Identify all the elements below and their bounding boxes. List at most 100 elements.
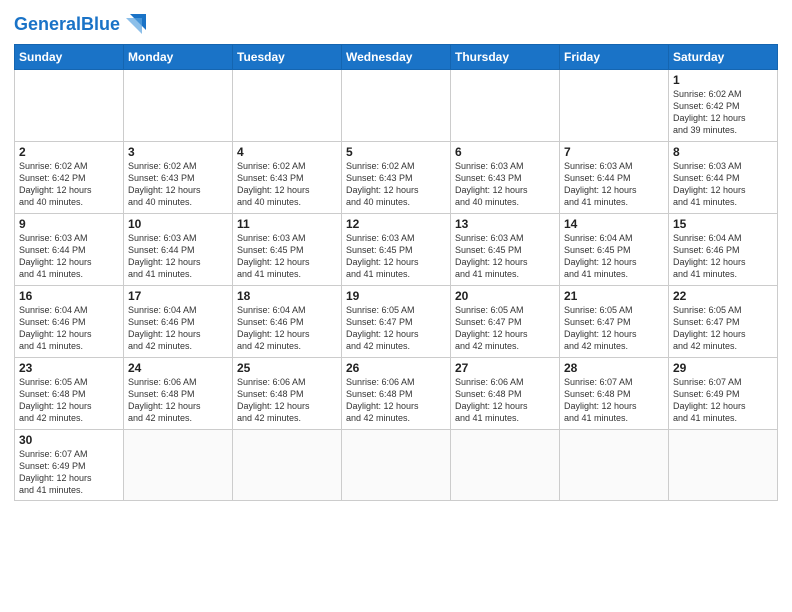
calendar-cell: 26Sunrise: 6:06 AM Sunset: 6:48 PM Dayli… <box>342 358 451 430</box>
day-info: Sunrise: 6:02 AM Sunset: 6:43 PM Dayligh… <box>237 160 337 209</box>
calendar-cell: 19Sunrise: 6:05 AM Sunset: 6:47 PM Dayli… <box>342 286 451 358</box>
day-info: Sunrise: 6:05 AM Sunset: 6:47 PM Dayligh… <box>455 304 555 353</box>
logo-general: General <box>14 14 81 34</box>
calendar-cell: 7Sunrise: 6:03 AM Sunset: 6:44 PM Daylig… <box>560 142 669 214</box>
day-number: 12 <box>346 217 446 231</box>
day-number: 4 <box>237 145 337 159</box>
calendar-cell: 10Sunrise: 6:03 AM Sunset: 6:44 PM Dayli… <box>124 214 233 286</box>
day-info: Sunrise: 6:06 AM Sunset: 6:48 PM Dayligh… <box>346 376 446 425</box>
calendar-cell: 15Sunrise: 6:04 AM Sunset: 6:46 PM Dayli… <box>669 214 778 286</box>
logo-blue: Blue <box>81 14 120 34</box>
page: GeneralBlue SundayMondayTuesdayWednesday… <box>0 0 792 612</box>
calendar-cell <box>342 430 451 501</box>
weekday-header-sunday: Sunday <box>15 45 124 70</box>
day-number: 5 <box>346 145 446 159</box>
calendar-cell <box>342 70 451 142</box>
day-number: 17 <box>128 289 228 303</box>
day-info: Sunrise: 6:03 AM Sunset: 6:45 PM Dayligh… <box>237 232 337 281</box>
calendar-cell <box>560 430 669 501</box>
weekday-header-saturday: Saturday <box>669 45 778 70</box>
weekday-header-monday: Monday <box>124 45 233 70</box>
calendar-cell <box>233 70 342 142</box>
weekday-row: SundayMondayTuesdayWednesdayThursdayFrid… <box>15 45 778 70</box>
calendar-cell: 14Sunrise: 6:04 AM Sunset: 6:45 PM Dayli… <box>560 214 669 286</box>
day-number: 26 <box>346 361 446 375</box>
day-number: 29 <box>673 361 773 375</box>
day-number: 16 <box>19 289 119 303</box>
day-number: 11 <box>237 217 337 231</box>
week-row: 30Sunrise: 6:07 AM Sunset: 6:49 PM Dayli… <box>15 430 778 501</box>
calendar-cell <box>560 70 669 142</box>
calendar-cell: 13Sunrise: 6:03 AM Sunset: 6:45 PM Dayli… <box>451 214 560 286</box>
weekday-header-wednesday: Wednesday <box>342 45 451 70</box>
calendar-cell <box>124 70 233 142</box>
calendar-cell: 29Sunrise: 6:07 AM Sunset: 6:49 PM Dayli… <box>669 358 778 430</box>
calendar-cell: 11Sunrise: 6:03 AM Sunset: 6:45 PM Dayli… <box>233 214 342 286</box>
calendar-cell: 27Sunrise: 6:06 AM Sunset: 6:48 PM Dayli… <box>451 358 560 430</box>
calendar-cell: 30Sunrise: 6:07 AM Sunset: 6:49 PM Dayli… <box>15 430 124 501</box>
day-info: Sunrise: 6:03 AM Sunset: 6:45 PM Dayligh… <box>346 232 446 281</box>
calendar-cell: 4Sunrise: 6:02 AM Sunset: 6:43 PM Daylig… <box>233 142 342 214</box>
calendar-cell: 9Sunrise: 6:03 AM Sunset: 6:44 PM Daylig… <box>15 214 124 286</box>
week-row: 16Sunrise: 6:04 AM Sunset: 6:46 PM Dayli… <box>15 286 778 358</box>
day-number: 8 <box>673 145 773 159</box>
calendar-cell <box>233 430 342 501</box>
calendar-cell: 20Sunrise: 6:05 AM Sunset: 6:47 PM Dayli… <box>451 286 560 358</box>
weekday-header-thursday: Thursday <box>451 45 560 70</box>
day-number: 23 <box>19 361 119 375</box>
day-info: Sunrise: 6:07 AM Sunset: 6:49 PM Dayligh… <box>19 448 119 497</box>
day-number: 27 <box>455 361 555 375</box>
day-number: 6 <box>455 145 555 159</box>
day-number: 18 <box>237 289 337 303</box>
calendar-cell: 24Sunrise: 6:06 AM Sunset: 6:48 PM Dayli… <box>124 358 233 430</box>
day-info: Sunrise: 6:03 AM Sunset: 6:44 PM Dayligh… <box>564 160 664 209</box>
day-info: Sunrise: 6:02 AM Sunset: 6:43 PM Dayligh… <box>346 160 446 209</box>
day-info: Sunrise: 6:04 AM Sunset: 6:46 PM Dayligh… <box>19 304 119 353</box>
calendar-cell <box>451 430 560 501</box>
day-info: Sunrise: 6:03 AM Sunset: 6:44 PM Dayligh… <box>19 232 119 281</box>
calendar-cell: 2Sunrise: 6:02 AM Sunset: 6:42 PM Daylig… <box>15 142 124 214</box>
day-number: 9 <box>19 217 119 231</box>
day-info: Sunrise: 6:06 AM Sunset: 6:48 PM Dayligh… <box>128 376 228 425</box>
week-row: 1Sunrise: 6:02 AM Sunset: 6:42 PM Daylig… <box>15 70 778 142</box>
day-number: 24 <box>128 361 228 375</box>
day-info: Sunrise: 6:05 AM Sunset: 6:47 PM Dayligh… <box>346 304 446 353</box>
calendar-cell: 6Sunrise: 6:03 AM Sunset: 6:43 PM Daylig… <box>451 142 560 214</box>
day-info: Sunrise: 6:06 AM Sunset: 6:48 PM Dayligh… <box>455 376 555 425</box>
day-number: 7 <box>564 145 664 159</box>
day-info: Sunrise: 6:05 AM Sunset: 6:47 PM Dayligh… <box>564 304 664 353</box>
calendar-cell: 17Sunrise: 6:04 AM Sunset: 6:46 PM Dayli… <box>124 286 233 358</box>
day-info: Sunrise: 6:03 AM Sunset: 6:43 PM Dayligh… <box>455 160 555 209</box>
day-info: Sunrise: 6:04 AM Sunset: 6:46 PM Dayligh… <box>673 232 773 281</box>
day-info: Sunrise: 6:05 AM Sunset: 6:47 PM Dayligh… <box>673 304 773 353</box>
day-info: Sunrise: 6:04 AM Sunset: 6:46 PM Dayligh… <box>237 304 337 353</box>
week-row: 23Sunrise: 6:05 AM Sunset: 6:48 PM Dayli… <box>15 358 778 430</box>
calendar-cell <box>669 430 778 501</box>
calendar-cell: 16Sunrise: 6:04 AM Sunset: 6:46 PM Dayli… <box>15 286 124 358</box>
day-number: 10 <box>128 217 228 231</box>
day-info: Sunrise: 6:07 AM Sunset: 6:48 PM Dayligh… <box>564 376 664 425</box>
day-info: Sunrise: 6:03 AM Sunset: 6:44 PM Dayligh… <box>673 160 773 209</box>
weekday-header-tuesday: Tuesday <box>233 45 342 70</box>
calendar-cell: 1Sunrise: 6:02 AM Sunset: 6:42 PM Daylig… <box>669 70 778 142</box>
day-info: Sunrise: 6:04 AM Sunset: 6:45 PM Dayligh… <box>564 232 664 281</box>
day-number: 28 <box>564 361 664 375</box>
calendar-header: SundayMondayTuesdayWednesdayThursdayFrid… <box>15 45 778 70</box>
day-number: 25 <box>237 361 337 375</box>
calendar-cell <box>451 70 560 142</box>
day-number: 15 <box>673 217 773 231</box>
calendar-cell <box>124 430 233 501</box>
calendar-cell: 22Sunrise: 6:05 AM Sunset: 6:47 PM Dayli… <box>669 286 778 358</box>
day-info: Sunrise: 6:05 AM Sunset: 6:48 PM Dayligh… <box>19 376 119 425</box>
day-number: 1 <box>673 73 773 87</box>
calendar-cell: 8Sunrise: 6:03 AM Sunset: 6:44 PM Daylig… <box>669 142 778 214</box>
day-number: 19 <box>346 289 446 303</box>
calendar-body: 1 Sunrise: 6:02 AM Sunset: 6:42 PM Daylig… <box>15 70 778 501</box>
day-number: 13 <box>455 217 555 231</box>
header: GeneralBlue <box>14 10 778 38</box>
day-info: Sunrise: 6:02 AM Sunset: 6:42 PM Dayligh… <box>19 160 119 209</box>
calendar-table: SundayMondayTuesdayWednesdayThursdayFrid… <box>14 44 778 501</box>
logo-icon <box>122 10 150 38</box>
calendar-cell: 23Sunrise: 6:05 AM Sunset: 6:48 PM Dayli… <box>15 358 124 430</box>
calendar-cell: 28Sunrise: 6:07 AM Sunset: 6:48 PM Dayli… <box>560 358 669 430</box>
